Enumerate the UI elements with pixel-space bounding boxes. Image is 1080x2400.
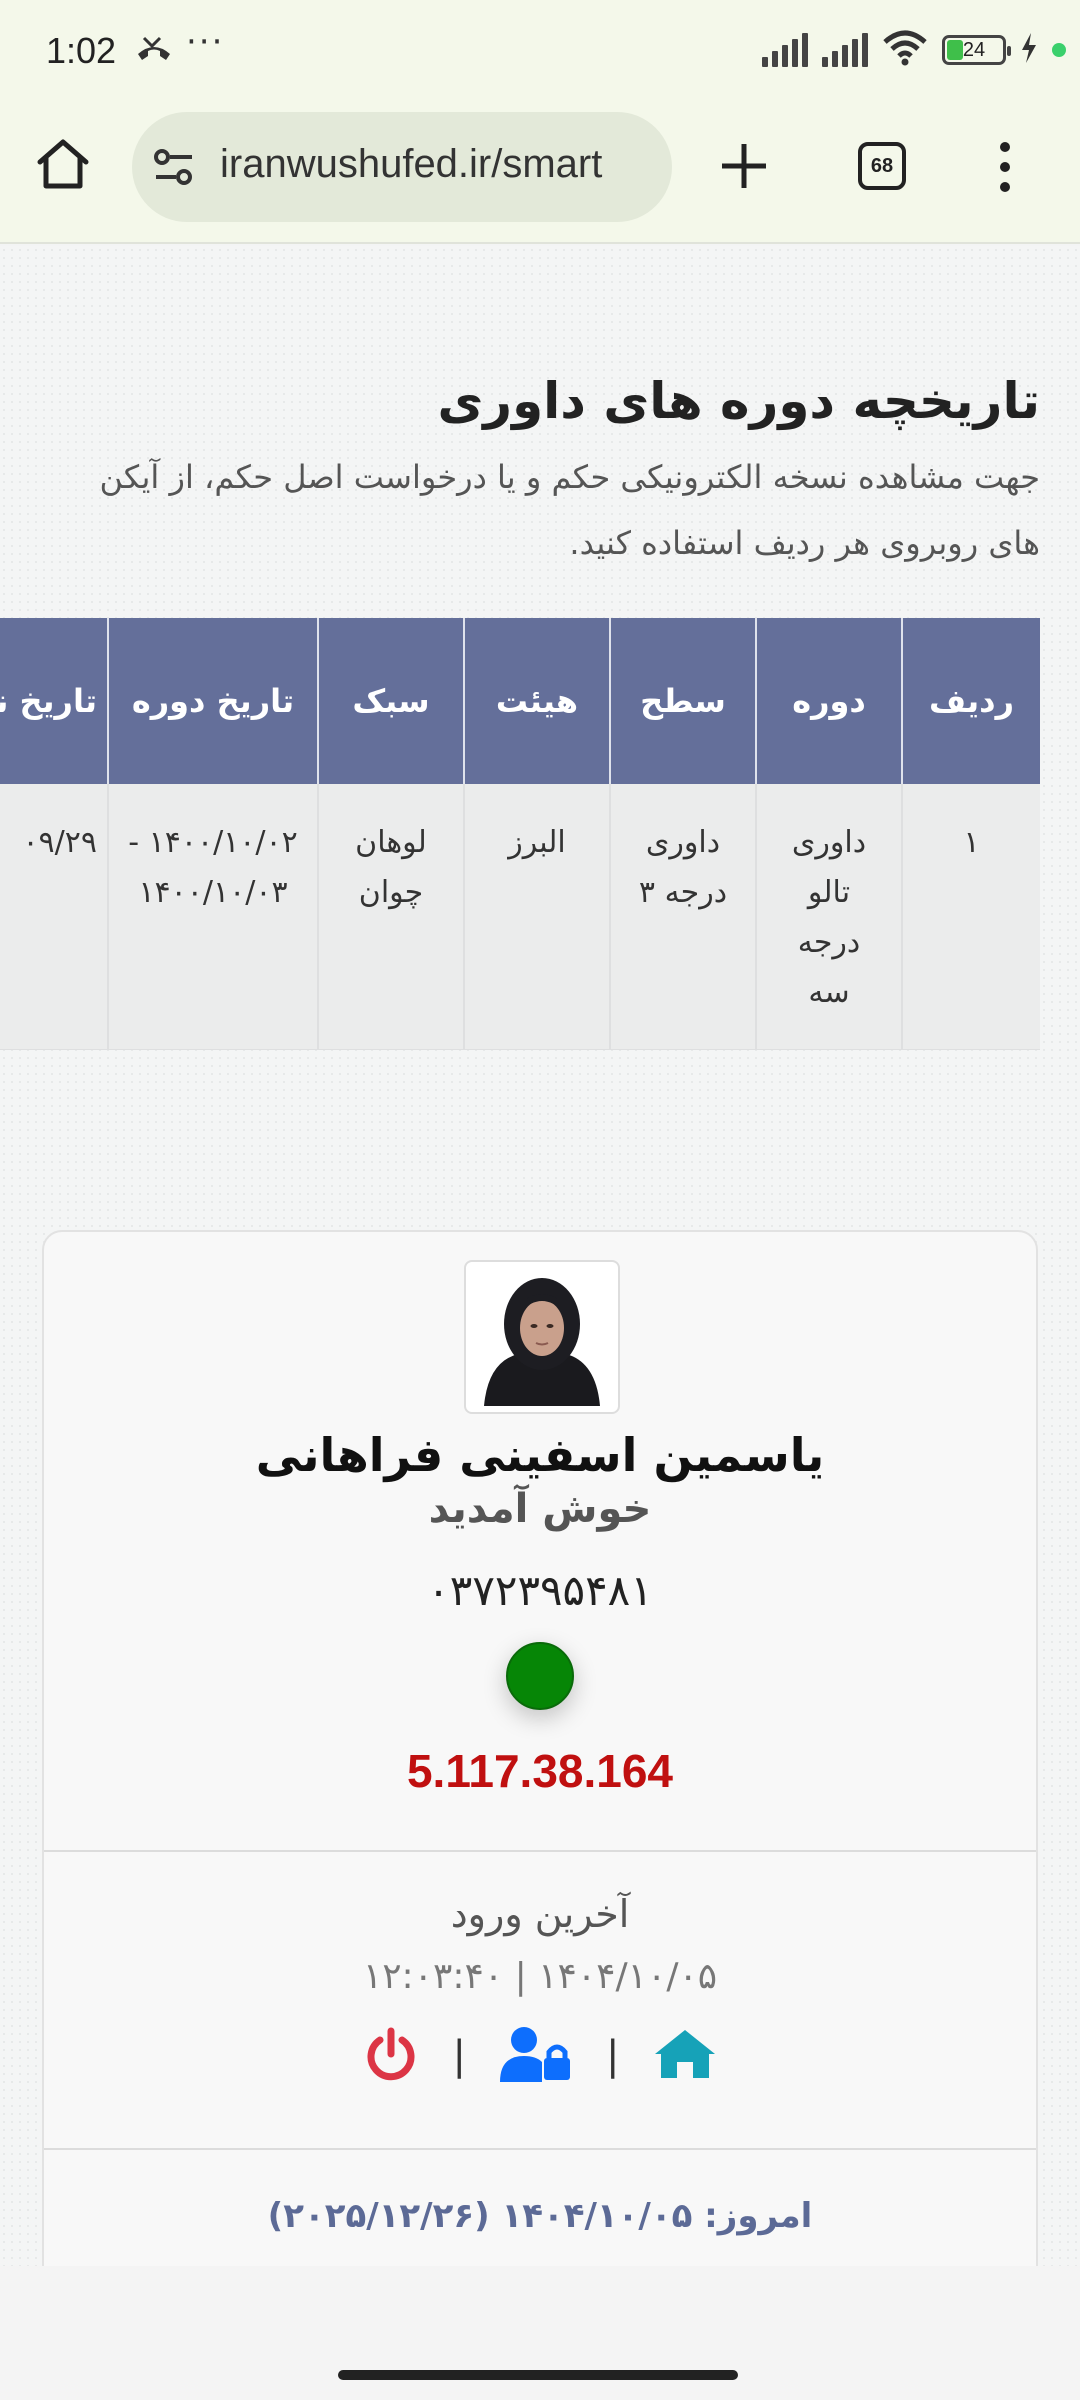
separator: | xyxy=(606,2033,620,2079)
profile-photo xyxy=(474,1270,610,1406)
cell-style: لوهان چوان xyxy=(317,784,464,1050)
cell-course: داوری تالو درجه سه xyxy=(755,784,902,1050)
column-header: تاریخ نا xyxy=(0,618,108,784)
history-title: تاریخچه دوره های داوری xyxy=(437,372,1040,430)
table-header-row: ردیف دوره سطح هیئت سبک تاریخ دوره تاریخ … xyxy=(0,618,1040,784)
user-lock-icon[interactable] xyxy=(500,2026,572,2086)
profile-actions: | | xyxy=(44,2026,1036,2086)
national-id: ۰۳۷۲۳۹۵۴۸۱ xyxy=(427,1566,653,1615)
today-date: امروز: ۱۴۰۴/۱۰/۰۵ (۲۰۲۵/۱۲/۲۶) xyxy=(267,2196,813,2236)
cell-issue-date: ۰۹/۲۹ xyxy=(0,784,108,1050)
power-icon[interactable] xyxy=(363,2026,419,2086)
history-table-scroll[interactable]: ردیف دوره سطح هیئت سبک تاریخ دوره تاریخ … xyxy=(0,618,1040,1050)
cell-board: البرز xyxy=(463,784,610,1050)
last-login-value: ۱۴۰۴/۱۰/۰۵ | ۱۲:۰۳:۴۰ xyxy=(362,1956,718,1997)
divider xyxy=(44,1850,1036,1852)
browser-home-icon[interactable] xyxy=(34,136,92,196)
avatar xyxy=(464,1260,620,1414)
signal-icon xyxy=(762,33,808,67)
cell-level: داوری درجه ۳ xyxy=(609,784,756,1050)
online-status-indicator xyxy=(506,1642,574,1710)
url-text[interactable]: iranwushufed.ir/smart xyxy=(220,142,602,187)
status-time: 1:02 xyxy=(46,30,117,71)
history-table: ردیف دوره سطح هیئت سبک تاریخ دوره تاریخ … xyxy=(0,618,1040,1050)
more-notifications-icon: ··· xyxy=(186,22,225,62)
user-name: یاسمین اسفینی فراهانی xyxy=(255,1428,825,1482)
address-bar[interactable]: iranwushufed.ir/smart xyxy=(132,112,672,222)
cell-index: ۱ xyxy=(901,784,1040,1050)
new-tab-icon[interactable] xyxy=(718,140,770,196)
system-nav-bar xyxy=(0,2266,1080,2400)
signal-icon-2 xyxy=(822,33,868,67)
divider xyxy=(44,2148,1036,2150)
browser-menu-icon[interactable] xyxy=(1000,142,1010,192)
privacy-indicator-icon xyxy=(1052,43,1066,57)
wifi-icon xyxy=(882,30,928,70)
page-content: تاریخچه دوره های داوری جهت مشاهده نسخه ا… xyxy=(0,246,1080,2266)
column-header: ردیف xyxy=(901,618,1040,784)
status-bar: 1:02 ··· 24 xyxy=(0,0,1080,108)
home-icon[interactable] xyxy=(653,2028,717,2084)
missed-call-icon xyxy=(134,34,174,68)
ip-address: 5.117.38.164 xyxy=(406,1745,674,1797)
tab-switcher-button[interactable]: 68 xyxy=(858,142,906,190)
column-header: تاریخ دوره xyxy=(107,618,318,784)
cell-dates: ۱۴۰۰/۱۰/۰۲ - ۱۴۰۰/۱۰/۰۳ xyxy=(107,784,318,1050)
last-login-label: آخرین ورود xyxy=(450,1892,630,1936)
column-header: سطح xyxy=(609,618,756,784)
charging-icon xyxy=(1020,33,1038,67)
column-header: هیئت xyxy=(463,618,610,784)
browser-toolbar: iranwushufed.ir/smart 68 xyxy=(0,108,1080,244)
battery-icon: 24 xyxy=(942,35,1011,65)
table-row: ۱ داوری تالو درجه سه داوری درجه ۳ البرز … xyxy=(0,784,1040,1050)
home-gesture-bar[interactable] xyxy=(338,2370,738,2380)
column-header: سبک xyxy=(317,618,464,784)
profile-card: یاسمین اسفینی فراهانی خوش آمدید ۰۳۷۲۳۹۵۴… xyxy=(42,1230,1038,2266)
separator: | xyxy=(452,2033,466,2079)
battery-level: 24 xyxy=(962,38,986,61)
column-header: دوره xyxy=(755,618,902,784)
history-description: جهت مشاهده نسخه الکترونیکی حکم و یا درخو… xyxy=(99,458,1040,562)
site-settings-icon[interactable] xyxy=(152,148,196,190)
welcome-text: خوش آمدید xyxy=(428,1486,652,1532)
